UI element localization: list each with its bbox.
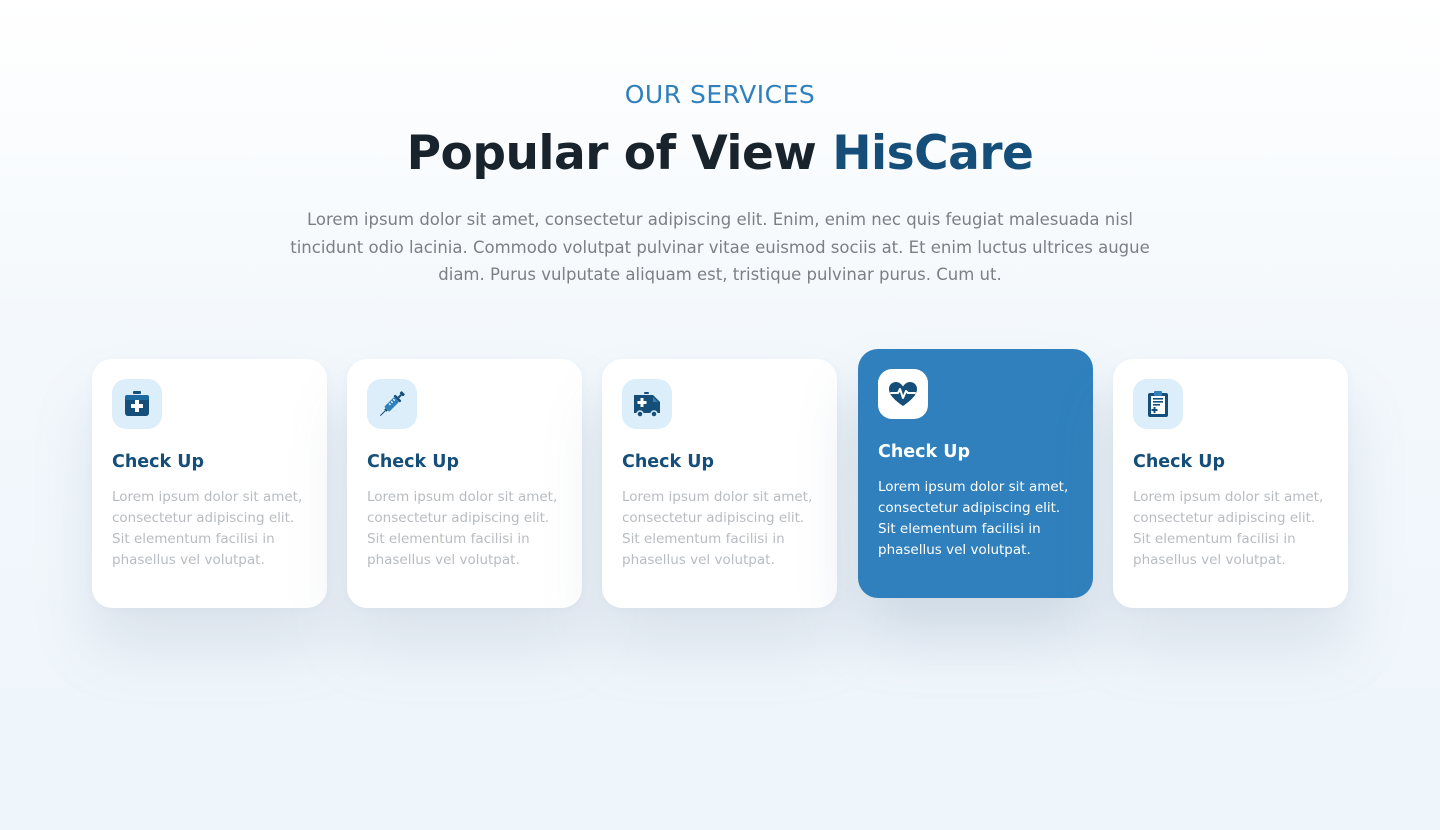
card-title: Check Up [367, 452, 460, 472]
heartbeat-icon [878, 369, 928, 419]
service-card-2[interactable]: Check Up Lorem ipsum dolor sit amet, con… [347, 359, 582, 608]
card-title: Check Up [112, 452, 205, 472]
card-text: Lorem ipsum dolor sit amet, consectetur … [878, 479, 1069, 558]
card-title: Check Up [622, 452, 715, 472]
service-card-3[interactable]: Check Up Lorem ipsum dolor sit amet, con… [602, 359, 837, 608]
first-aid-kit-icon [112, 379, 162, 429]
card-text: Lorem ipsum dolor sit amet, consectetur … [112, 489, 303, 568]
service-card-1[interactable]: Check Up Lorem ipsum dolor sit amet, con… [92, 359, 327, 608]
ambulance-icon [622, 379, 672, 429]
syringe-icon [367, 379, 417, 429]
card-text: Lorem ipsum dolor sit amet, consectetur … [367, 489, 558, 568]
service-cards: Check Up Lorem ipsum dolor sit amet, con… [0, 0, 1440, 830]
card-title: Check Up [878, 442, 971, 462]
card-title: Check Up [1133, 452, 1226, 472]
service-card-4-active[interactable]: Check Up Lorem ipsum dolor sit amet, con… [858, 349, 1093, 598]
medical-clipboard-icon [1133, 379, 1183, 429]
card-text: Lorem ipsum dolor sit amet, consectetur … [622, 489, 813, 568]
service-card-5[interactable]: Check Up Lorem ipsum dolor sit amet, con… [1113, 359, 1348, 608]
card-text: Lorem ipsum dolor sit amet, consectetur … [1133, 489, 1324, 568]
